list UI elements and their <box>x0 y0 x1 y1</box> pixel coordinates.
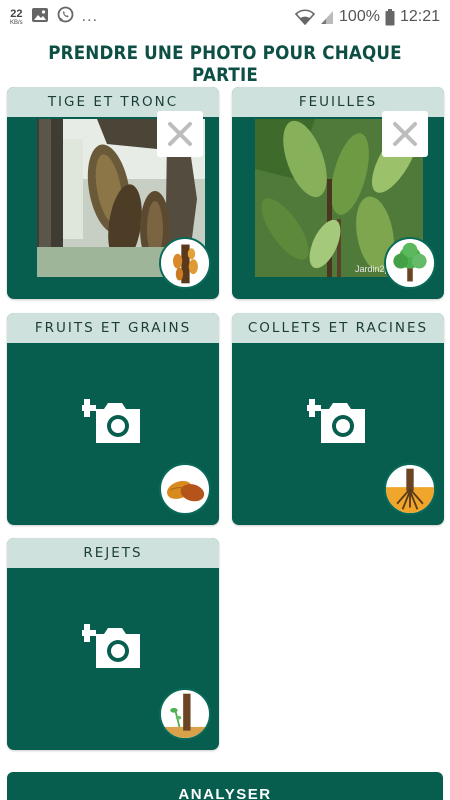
roots-icon <box>384 463 436 515</box>
battery-icon <box>385 8 395 26</box>
add-camera-icon <box>78 624 140 668</box>
status-right: 100% 12:21 <box>295 8 440 26</box>
card-label: FRUITS ET GRAINS <box>7 313 219 343</box>
wifi-icon <box>295 9 316 25</box>
status-bar: 22 KB/s ... 100% 12:21 <box>0 0 450 34</box>
network-speed-unit: KB/s <box>10 19 23 26</box>
card-label: REJETS <box>7 538 219 568</box>
overflow-indicator: ... <box>81 8 99 25</box>
add-photo-button[interactable] <box>78 391 142 445</box>
cocoa-trunk-icon <box>159 237 211 289</box>
network-speed: 22 KB/s <box>10 7 23 26</box>
add-photo-button[interactable] <box>78 616 142 670</box>
network-speed-value: 22 <box>10 7 23 20</box>
clock: 12:21 <box>399 8 440 25</box>
remove-photo-button[interactable] <box>382 111 428 157</box>
whatsapp-icon <box>57 6 74 28</box>
remove-photo-button[interactable] <box>157 111 203 157</box>
page-title: PRENDRE UNE PHOTO POUR CHAQUE PARTIE <box>48 42 402 86</box>
add-camera-icon <box>78 399 140 443</box>
card-tige-et-tronc[interactable]: TIGE ET TRONC <box>7 87 219 299</box>
close-icon <box>168 122 192 146</box>
signal-icon <box>320 9 334 25</box>
battery-level: 100% <box>339 8 380 25</box>
add-camera-icon <box>303 399 365 443</box>
cocoa-pods-icon <box>159 463 211 515</box>
card-fruits-et-grains[interactable]: FRUITS ET GRAINS <box>7 313 219 525</box>
add-photo-button[interactable] <box>303 391 367 445</box>
sucker-shoot-icon <box>159 688 211 740</box>
close-icon <box>393 122 417 146</box>
card-label: COLLETS ET RACINES <box>232 313 444 343</box>
card-feuilles[interactable]: FEUILLES Jardin2pl <box>232 87 444 299</box>
analyse-button[interactable]: ANALYSER <box>7 772 443 800</box>
card-rejets[interactable]: REJETS <box>7 538 219 750</box>
card-collets-et-racines[interactable]: COLLETS ET RACINES <box>232 313 444 525</box>
image-icon <box>31 7 49 28</box>
status-left: 22 KB/s ... <box>10 6 98 28</box>
tree-icon <box>384 237 436 289</box>
